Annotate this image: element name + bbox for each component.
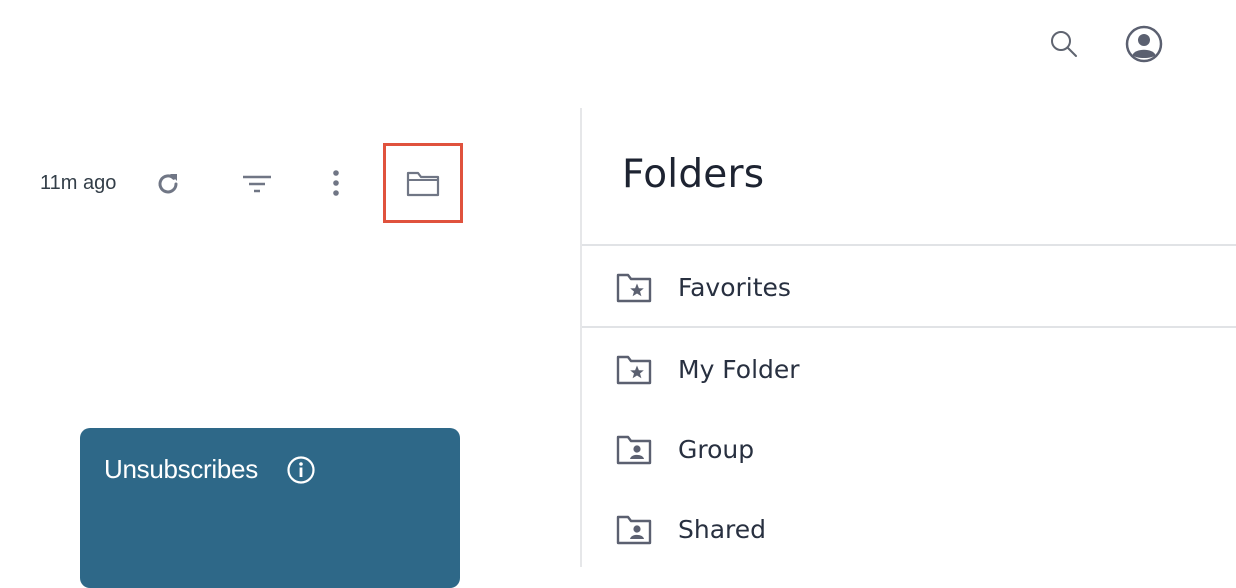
account-button[interactable]	[1122, 22, 1166, 66]
more-vertical-icon	[333, 170, 339, 196]
filter-button[interactable]	[235, 162, 279, 206]
search-icon	[1051, 31, 1077, 57]
more-options-button[interactable]	[314, 162, 358, 206]
folder-item-favorites[interactable]: Favorites	[582, 257, 1236, 317]
filter-icon	[243, 175, 271, 193]
folders-panel-title: Folders	[622, 152, 765, 197]
info-icon[interactable]	[286, 455, 316, 485]
folder-item-my-folder[interactable]: My Folder	[582, 339, 1236, 399]
folder-icon	[406, 171, 440, 197]
folder-star-icon	[616, 273, 652, 303]
folder-item-shared[interactable]: Shared	[582, 499, 1236, 559]
folder-person-icon	[616, 435, 652, 465]
search-button[interactable]	[1042, 22, 1086, 66]
unsubscribes-card[interactable]: Unsubscribes	[80, 428, 460, 588]
folder-item-label: Group	[678, 434, 755, 464]
account-circle-icon	[1125, 25, 1163, 63]
divider	[582, 244, 1236, 246]
folder-person-icon	[616, 515, 652, 545]
refresh-button[interactable]	[146, 162, 190, 206]
folder-item-label: Favorites	[678, 272, 791, 302]
folder-item-label: Shared	[678, 514, 767, 544]
folder-item-label: My Folder	[678, 354, 800, 384]
last-updated-text: 11m ago	[40, 172, 117, 194]
folder-star-icon	[616, 355, 652, 385]
divider	[582, 326, 1236, 328]
refresh-icon	[158, 174, 178, 194]
folder-item-group[interactable]: Group	[582, 419, 1236, 479]
folders-toggle-button[interactable]	[383, 143, 463, 223]
card-title: Unsubscribes	[104, 454, 258, 484]
